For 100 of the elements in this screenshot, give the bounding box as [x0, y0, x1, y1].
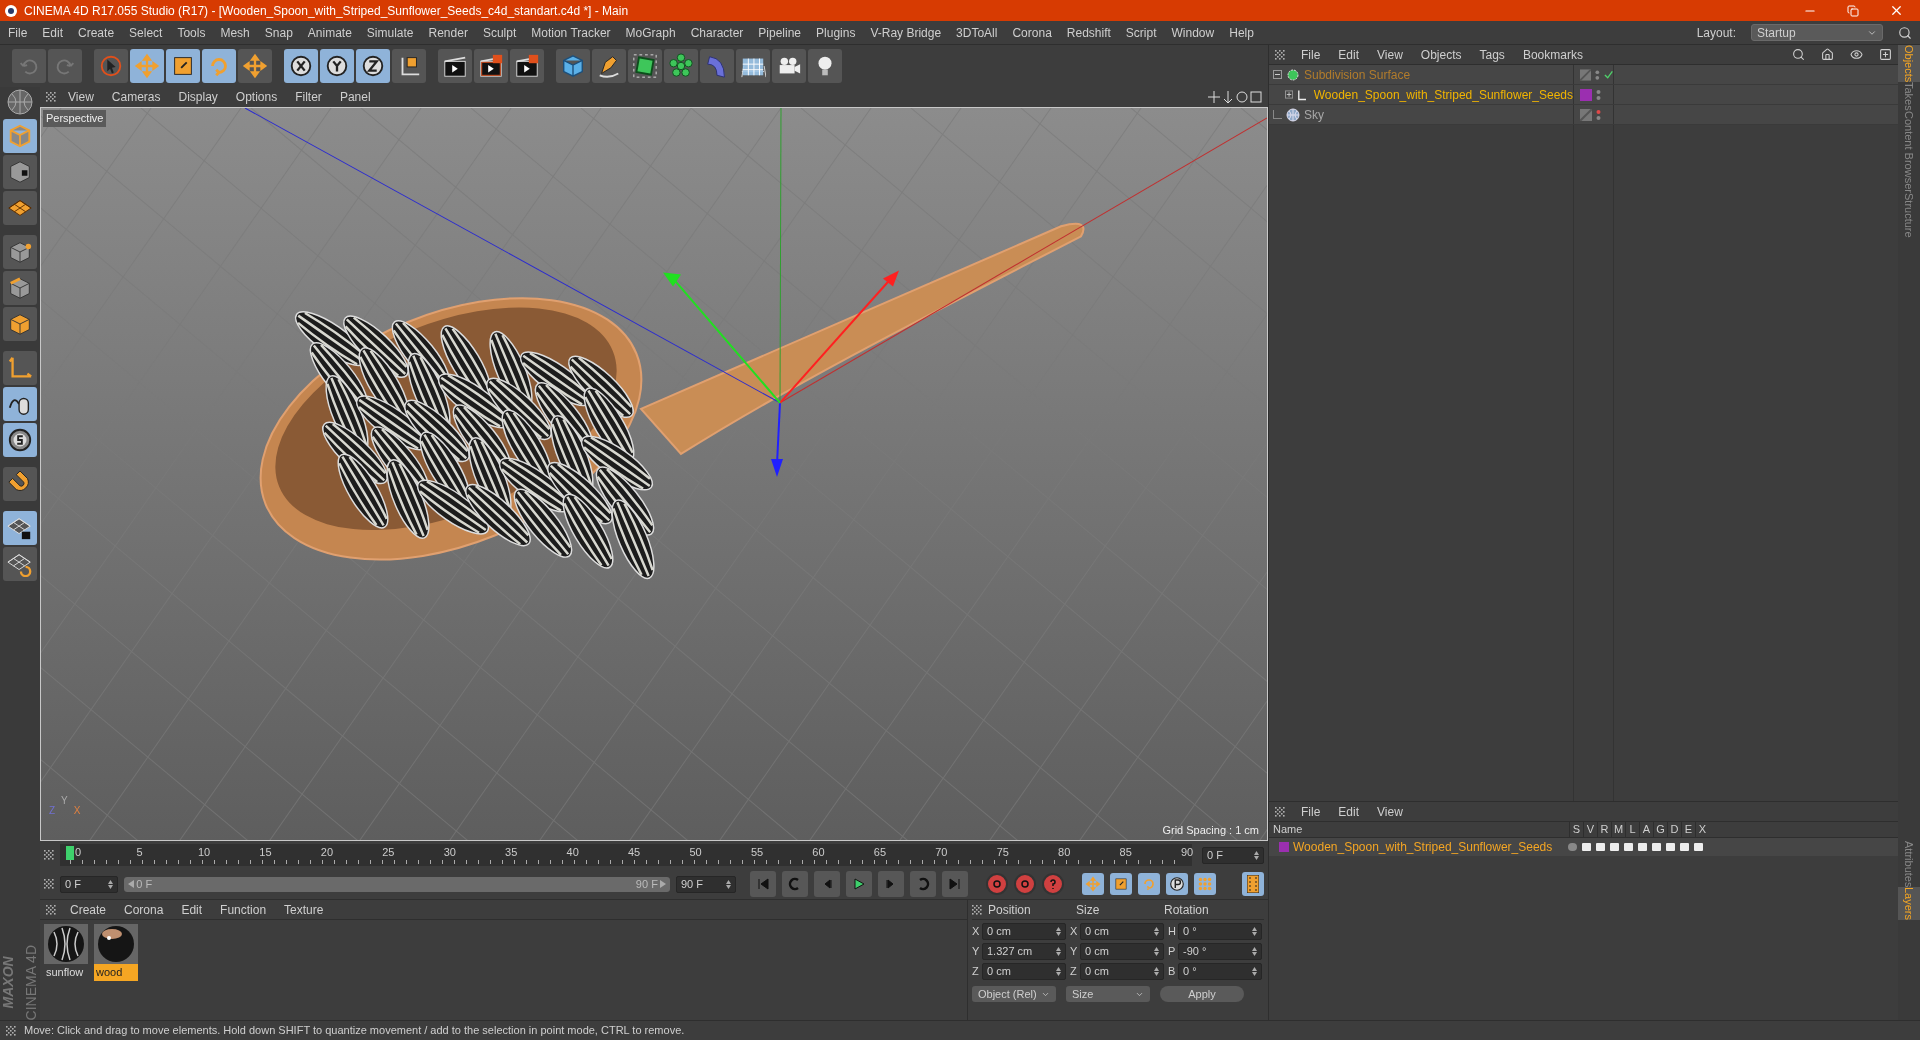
material-menu-item[interactable]: Edit: [181, 900, 203, 919]
menu-item[interactable]: V-Ray Bridge: [870, 23, 942, 42]
playback-button[interactable]: [942, 871, 968, 897]
object-menu-item[interactable]: Objects: [1420, 45, 1462, 64]
start-frame-field[interactable]: 0 F: [60, 875, 119, 893]
tool-button[interactable]: [356, 49, 390, 83]
menu-item[interactable]: 3DToAll: [956, 23, 998, 42]
search-icon[interactable]: [1792, 48, 1805, 61]
input-field[interactable]: 1.327 cm: [982, 943, 1066, 960]
object-menu-item[interactable]: Bookmarks: [1522, 45, 1583, 64]
end-frame-field[interactable]: 90 F: [675, 875, 736, 893]
tool-button[interactable]: [392, 49, 426, 83]
layer-swatch[interactable]: [1580, 88, 1592, 101]
object-menu-item[interactable]: Edit: [1338, 45, 1360, 64]
visibility-dots-icon[interactable]: [1595, 68, 1600, 81]
apply-button[interactable]: Apply: [1160, 986, 1244, 1002]
material-menu-item[interactable]: Corona: [124, 900, 164, 919]
menu-item[interactable]: Pipeline: [758, 23, 802, 42]
input-field[interactable]: 0 cm: [1080, 923, 1164, 940]
viewport-menu-item[interactable]: Display: [178, 88, 218, 106]
restore-icon[interactable]: [1847, 4, 1859, 17]
input-field[interactable]: 0 cm: [1080, 963, 1164, 980]
viewport-menu-item[interactable]: Panel: [339, 88, 371, 106]
visibility-dots-icon[interactable]: [1596, 88, 1601, 101]
material-menu-item[interactable]: Function: [220, 900, 267, 919]
size-mode-dropdown[interactable]: Size: [1066, 986, 1150, 1002]
menu-item[interactable]: Sculpt: [482, 23, 517, 42]
menu-item[interactable]: Script: [1125, 23, 1157, 42]
layer-menu-item[interactable]: View: [1377, 802, 1403, 821]
viewport-navigation-icons[interactable]: [1208, 91, 1262, 103]
menu-item[interactable]: Window: [1171, 23, 1215, 42]
playback-button[interactable]: [910, 871, 936, 897]
tool-button[interactable]: [510, 49, 544, 83]
material-label[interactable]: sunflow: [44, 964, 88, 981]
layer-menu-item[interactable]: File: [1301, 802, 1321, 821]
menu-item[interactable]: Edit: [42, 23, 64, 42]
menu-item[interactable]: File: [8, 23, 28, 42]
playback-button[interactable]: [750, 871, 776, 897]
menu-item[interactable]: Select: [129, 23, 163, 42]
tool-button[interactable]: [3, 423, 37, 457]
layout-dropdown[interactable]: Startup: [1751, 24, 1883, 41]
search-icon[interactable]: [1898, 25, 1912, 40]
menu-item[interactable]: MoGraph: [625, 23, 676, 42]
menu-item[interactable]: Render: [428, 23, 468, 42]
menu-item[interactable]: Animate: [307, 23, 352, 42]
record-button[interactable]: [1042, 873, 1064, 895]
menu-item[interactable]: Tools: [177, 23, 206, 42]
menu-item[interactable]: Plugins: [816, 23, 856, 42]
object-name[interactable]: Sky: [1304, 105, 1324, 124]
menu-item[interactable]: Motion Tracker: [531, 23, 611, 42]
viewport[interactable]: Perspective Grid Spacing : 1 cm Z Y X: [40, 107, 1268, 841]
record-button[interactable]: [986, 873, 1008, 895]
tool-button[interactable]: [3, 387, 37, 421]
tool-button[interactable]: [772, 49, 806, 83]
menu-item[interactable]: Character: [690, 23, 744, 42]
input-field[interactable]: 0 °: [1178, 923, 1262, 940]
tool-button[interactable]: [474, 49, 508, 83]
timeline-ruler[interactable]: 0 5 10 15 20 25 30 35 40 45 50 55 60 65 70 75 80 85 90: [60, 844, 1192, 866]
eye-icon[interactable]: [1850, 48, 1863, 61]
playback-button[interactable]: [782, 871, 808, 897]
playback-button[interactable]: [846, 871, 872, 897]
playback-button[interactable]: [814, 871, 840, 897]
menu-item[interactable]: Simulate: [366, 23, 414, 42]
tool-button[interactable]: [736, 49, 770, 83]
input-field[interactable]: 0 °: [1178, 963, 1262, 980]
material-menu-item[interactable]: Create: [70, 900, 107, 919]
object-menu-item[interactable]: View: [1377, 45, 1403, 64]
playback-button[interactable]: [878, 871, 904, 897]
home-icon[interactable]: [1821, 48, 1834, 61]
input-field[interactable]: -90 °: [1178, 943, 1262, 960]
check-icon[interactable]: [1603, 69, 1613, 80]
timeline-button[interactable]: [1242, 872, 1264, 896]
key-filter-button[interactable]: [1166, 873, 1188, 895]
record-button[interactable]: [1014, 873, 1036, 895]
menu-item[interactable]: Corona: [1012, 23, 1052, 42]
tool-button[interactable]: [284, 49, 318, 83]
object-menu-item[interactable]: Tags: [1479, 45, 1505, 64]
object-menu-item[interactable]: File: [1301, 45, 1321, 64]
material-label[interactable]: wood: [94, 964, 138, 981]
menu-item[interactable]: Help: [1229, 23, 1254, 42]
tool-button[interactable]: [320, 49, 354, 83]
tool-button[interactable]: [592, 49, 626, 83]
collapse-icon[interactable]: [1273, 70, 1282, 79]
layer-color-swatch[interactable]: [1279, 842, 1289, 852]
tool-button[interactable]: [3, 511, 37, 545]
tool-button[interactable]: [438, 49, 472, 83]
menu-item[interactable]: Redshift: [1066, 23, 1111, 42]
input-field[interactable]: 0 cm: [982, 923, 1066, 940]
menu-item[interactable]: Mesh: [220, 23, 250, 42]
coordinate-mode-dropdown[interactable]: Object (Rel): [972, 986, 1056, 1002]
menu-item[interactable]: Snap: [264, 23, 293, 42]
side-tab[interactable]: Layers: [1898, 886, 1920, 920]
new-panel-icon[interactable]: [1879, 48, 1892, 61]
viewport-menu-item[interactable]: Cameras: [111, 88, 161, 106]
menu-item[interactable]: Create: [78, 23, 115, 42]
tool-button[interactable]: [808, 49, 842, 83]
layer-menu-item[interactable]: Edit: [1338, 802, 1360, 821]
input-field[interactable]: 0 cm: [982, 963, 1066, 980]
input-field[interactable]: 0 cm: [1080, 943, 1164, 960]
expand-icon[interactable]: [1285, 90, 1294, 99]
